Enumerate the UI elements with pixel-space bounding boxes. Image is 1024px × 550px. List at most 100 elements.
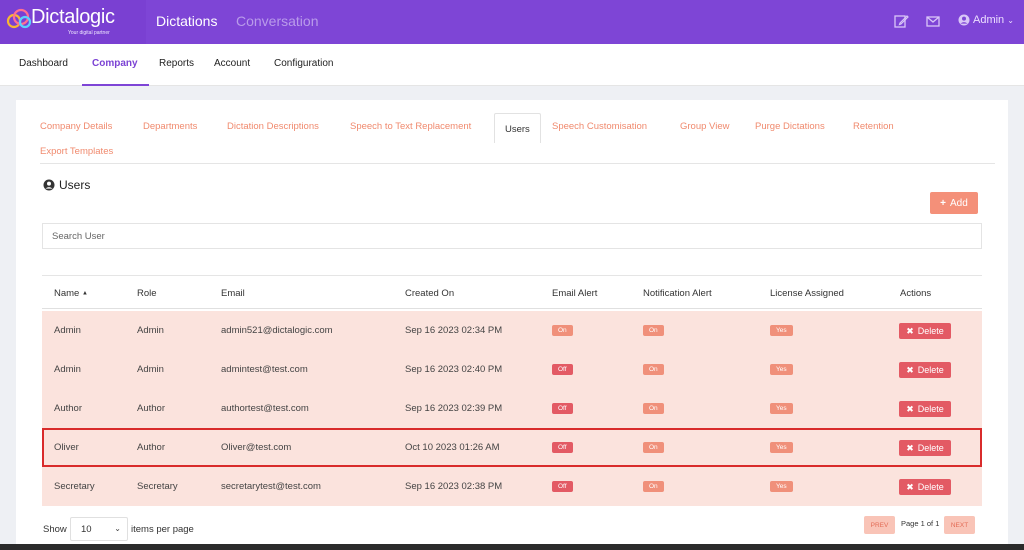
add-user-button[interactable]: + Add xyxy=(930,192,978,214)
nav-dashboard[interactable]: Dashboard xyxy=(19,58,68,69)
delete-label: Delete xyxy=(917,326,944,336)
tab-departments[interactable]: Departments xyxy=(143,121,197,132)
column-header-email[interactable]: Email xyxy=(221,288,245,299)
per-page-select[interactable]: 10 ⌄ xyxy=(70,517,128,541)
brand-tagline: Your digital partner xyxy=(68,30,110,36)
nav-company[interactable]: Company xyxy=(92,58,138,69)
column-header-name-label: Name xyxy=(54,288,80,299)
cell-created-on: Sep 16 2023 02:38 PM xyxy=(405,481,503,492)
table-row[interactable]: Admin Admin admintest@test.com Sep 16 20… xyxy=(42,350,982,389)
column-header-license-assigned[interactable]: License Assigned xyxy=(770,288,844,299)
per-page-value: 10 xyxy=(81,523,92,535)
user-menu[interactable]: Admin ⌄ xyxy=(958,14,1014,26)
email-alert-badge[interactable]: Off xyxy=(552,364,573,375)
page-indicator: Page 1 of 1 xyxy=(901,519,940,528)
tab-export-templates[interactable]: Export Templates xyxy=(40,146,113,157)
cell-name: Admin xyxy=(54,364,81,375)
nav-account[interactable]: Account xyxy=(214,58,250,69)
active-nav-indicator xyxy=(82,84,149,86)
users-heading: Users xyxy=(43,178,90,192)
search-user-input[interactable]: Search User xyxy=(42,223,982,249)
brand-name: Dictalogic xyxy=(31,6,115,28)
tabs-divider xyxy=(40,163,995,164)
table-top-border xyxy=(42,275,982,276)
column-header-name[interactable]: Name ▲ xyxy=(54,288,88,299)
items-per-page-label: items per page xyxy=(131,524,194,535)
cell-role: Author xyxy=(137,442,165,453)
cell-email: secretarytest@test.com xyxy=(221,481,321,492)
delete-label: Delete xyxy=(917,443,944,453)
notification-alert-badge[interactable]: On xyxy=(643,481,664,492)
cell-created-on: Oct 10 2023 01:26 AM xyxy=(405,442,500,453)
table-row-highlighted[interactable]: Oliver Author Oliver@test.com Oct 10 202… xyxy=(42,428,982,467)
tab-purge-dictations[interactable]: Purge Dictations xyxy=(755,121,825,132)
close-icon: ✖ xyxy=(906,364,914,375)
tab-dictation-descriptions[interactable]: Dictation Descriptions xyxy=(227,121,319,132)
cell-role: Author xyxy=(137,403,165,414)
license-badge: Yes xyxy=(770,442,793,453)
next-page-button[interactable]: NEXT xyxy=(944,516,975,534)
tab-group-view[interactable]: Group View xyxy=(680,121,729,132)
plus-icon: + xyxy=(940,197,947,209)
close-icon: ✖ xyxy=(906,403,914,414)
add-button-label: Add xyxy=(950,197,968,209)
tab-users[interactable]: Users xyxy=(494,113,541,143)
delete-button[interactable]: ✖ Delete xyxy=(899,401,951,417)
nav-conversation[interactable]: Conversation xyxy=(236,13,319,29)
tab-speech-customisation[interactable]: Speech Customisation xyxy=(552,121,647,132)
show-label: Show xyxy=(43,524,67,535)
table-row[interactable]: Secretary Secretary secretarytest@test.c… xyxy=(42,467,982,506)
cell-name: Admin xyxy=(54,325,81,336)
notification-alert-badge[interactable]: On xyxy=(643,442,664,453)
cell-name: Secretary xyxy=(54,481,95,492)
nav-dictations[interactable]: Dictations xyxy=(156,13,217,29)
cell-email: admintest@test.com xyxy=(221,364,308,375)
cell-email: admin521@dictalogic.com xyxy=(221,325,333,336)
logo-cloud-icon xyxy=(6,8,32,29)
main-card: Company Details Departments Dictation De… xyxy=(16,100,1008,550)
close-icon: ✖ xyxy=(906,481,914,492)
email-alert-badge[interactable]: On xyxy=(552,325,573,336)
delete-button[interactable]: ✖ Delete xyxy=(899,479,951,495)
cell-role: Secretary xyxy=(137,481,178,492)
prev-page-button[interactable]: PREV xyxy=(864,516,895,534)
email-alert-badge[interactable]: Off xyxy=(552,442,573,453)
column-header-role[interactable]: Role xyxy=(137,288,157,299)
cell-role: Admin xyxy=(137,364,164,375)
tab-speech-to-text-replacement[interactable]: Speech to Text Replacement xyxy=(350,121,471,132)
delete-button[interactable]: ✖ Delete xyxy=(899,323,951,339)
logo[interactable]: Dictalogic Your digital partner xyxy=(0,0,146,44)
close-icon: ✖ xyxy=(906,325,914,336)
nav-configuration[interactable]: Configuration xyxy=(274,58,333,69)
notification-alert-badge[interactable]: On xyxy=(643,364,664,375)
notification-alert-badge[interactable]: On xyxy=(643,403,664,414)
column-header-email-alert[interactable]: Email Alert xyxy=(552,288,597,299)
close-icon: ✖ xyxy=(906,442,914,453)
license-badge: Yes xyxy=(770,325,793,336)
table-row[interactable]: Admin Admin admin521@dictalogic.com Sep … xyxy=(42,311,982,350)
tab-company-details[interactable]: Company Details xyxy=(40,121,112,132)
cell-email: Oliver@test.com xyxy=(221,442,292,453)
tab-retention[interactable]: Retention xyxy=(853,121,894,132)
cell-email: authortest@test.com xyxy=(221,403,309,414)
column-header-notification-alert[interactable]: Notification Alert xyxy=(643,288,712,299)
users-title-text: Users xyxy=(59,178,91,192)
license-badge: Yes xyxy=(770,403,793,414)
nav-reports[interactable]: Reports xyxy=(159,58,194,69)
column-header-actions: Actions xyxy=(900,288,932,299)
mail-icon[interactable] xyxy=(925,13,941,29)
sort-asc-icon: ▲ xyxy=(81,290,88,297)
table-row[interactable]: Author Author authortest@test.com Sep 16… xyxy=(42,389,982,428)
email-alert-badge[interactable]: Off xyxy=(552,481,573,492)
email-alert-badge[interactable]: Off xyxy=(552,403,573,414)
license-badge: Yes xyxy=(770,364,793,375)
user-circle-icon xyxy=(43,179,55,191)
edit-icon[interactable] xyxy=(893,13,909,29)
delete-button[interactable]: ✖ Delete xyxy=(899,362,951,378)
delete-button[interactable]: ✖ Delete xyxy=(899,440,951,456)
chevron-down-icon: ⌄ xyxy=(114,524,121,533)
notification-alert-badge[interactable]: On xyxy=(643,325,664,336)
user-menu-label: Admin xyxy=(973,14,1005,26)
cell-created-on: Sep 16 2023 02:39 PM xyxy=(405,403,503,414)
column-header-created-on[interactable]: Created On xyxy=(405,288,454,299)
